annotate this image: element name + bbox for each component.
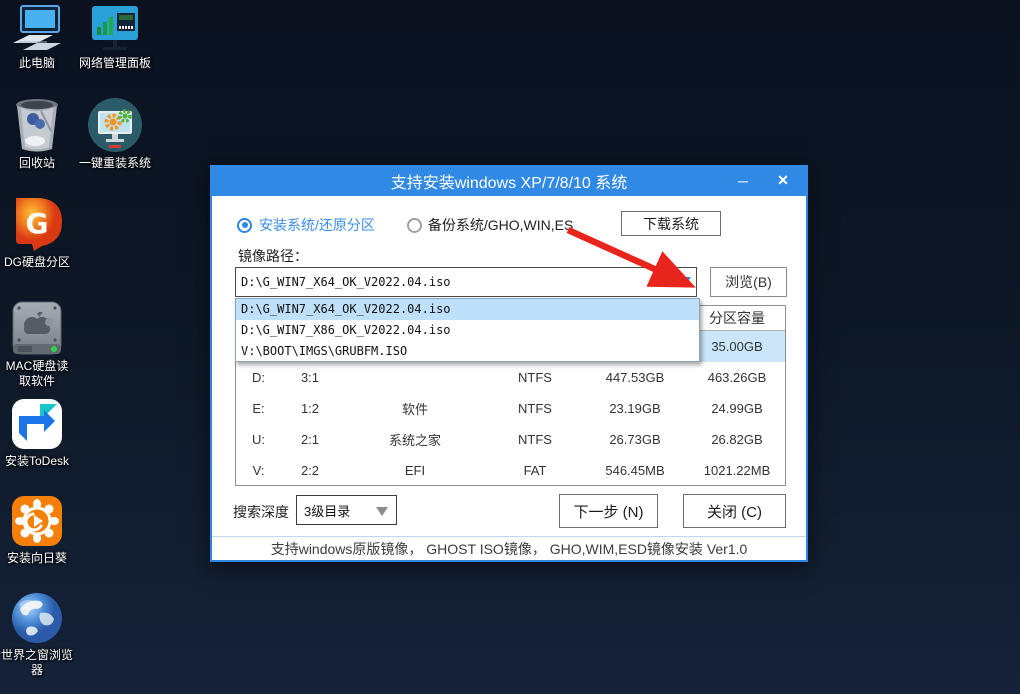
dropdown-item[interactable]: D:\G_WIN7_X86_OK_V2022.04.iso	[236, 320, 699, 341]
table-row[interactable]: V:2:2EFIFAT546.45MB1021.22MB	[236, 455, 785, 486]
close-icon[interactable]: ✕	[768, 165, 798, 196]
diskgenius-icon: G	[10, 196, 64, 252]
close-dialog-button[interactable]: 关闭 (C)	[683, 494, 786, 528]
next-step-button[interactable]: 下一步 (N)	[559, 494, 658, 528]
network-panel-icon	[87, 5, 143, 53]
this-pc-icon	[9, 5, 65, 53]
table-row[interactable]: E:1:2软件NTFS23.19GB24.99GB	[236, 393, 785, 424]
search-depth-value: 3级目录	[304, 501, 350, 520]
desktop-icon-label: 安装ToDesk	[5, 454, 69, 469]
image-path-label: 镜像路径：	[238, 246, 308, 266]
desktop-icon-label: 安装向日葵	[7, 551, 67, 566]
desktop-icon-label: 世界之窗浏览 器	[1, 648, 73, 678]
dropdown-item[interactable]: D:\G_WIN7_X64_OK_V2022.04.iso	[236, 299, 699, 320]
chevron-down-icon[interactable]	[677, 277, 691, 294]
image-path-dropdown-list: D:\G_WIN7_X64_OK_V2022.04.iso D:\G_WIN7_…	[235, 298, 700, 362]
desktop-icon-theworld-browser[interactable]: 世界之窗浏览 器	[0, 591, 74, 678]
desktop-icon-label: 一键重装系统	[79, 156, 151, 171]
dialog-titlebar[interactable]: 支持安装windows XP/7/8/10 系统 ─ ✕	[210, 165, 808, 196]
image-path-value: D:\G_WIN7_X64_OK_V2022.04.iso	[241, 275, 451, 289]
browse-button[interactable]: 浏览(B)	[710, 267, 787, 297]
dropdown-item[interactable]: V:\BOOT\IMGS\GRUBFM.ISO	[236, 341, 699, 362]
desktop-icon-sunflower[interactable]: 安装向日葵	[0, 494, 74, 566]
theworld-browser-icon	[10, 591, 64, 645]
dialog-body: 安装系统/还原分区 备份系统/GHO,WIN,ES 下载系统 镜像路径： D:\…	[210, 196, 808, 562]
desktop-icon-diskgenius[interactable]: G DG硬盘分区	[0, 196, 74, 270]
one-key-reinstall-icon	[87, 97, 143, 153]
mode-radio-row: 安装系统/还原分区 备份系统/GHO,WIN,ES	[237, 212, 573, 238]
dialog-title: 支持安装windows XP/7/8/10 系统	[210, 169, 808, 193]
status-bar: 支持windows原版镜像， GHOST ISO镜像， GHO,WIM,ESD镜…	[212, 536, 806, 560]
column-header-capacity: 分区容量	[691, 308, 783, 328]
radio-backup-system[interactable]	[407, 218, 422, 233]
todesk-icon	[10, 397, 64, 451]
search-depth-label: 搜索深度	[233, 502, 289, 522]
desktop-icon-label: 网络管理面板	[79, 56, 151, 71]
install-dialog: 支持安装windows XP/7/8/10 系统 ─ ✕ 安装系统/还原分区 备…	[210, 165, 808, 562]
image-path-combobox[interactable]: D:\G_WIN7_X64_OK_V2022.04.iso	[235, 267, 697, 297]
search-depth-select[interactable]: 3级目录	[296, 495, 397, 525]
desktop-icon-one-key-reinstall[interactable]: 一键重装系统	[73, 97, 157, 171]
svg-text:G: G	[26, 207, 49, 240]
desktop-icon-label: 此电脑	[19, 56, 55, 71]
table-row[interactable]: U:2:1系统之家NTFS26.73GB26.82GB	[236, 424, 785, 455]
radio-backup-label[interactable]: 备份系统/GHO,WIN,ES	[428, 215, 573, 235]
desktop-icon-recycle-bin[interactable]: 回收站	[0, 97, 74, 171]
desktop-icon-todesk[interactable]: 安装ToDesk	[0, 397, 74, 469]
download-system-button[interactable]: 下载系统	[621, 211, 721, 236]
minimize-icon[interactable]: ─	[728, 165, 758, 196]
desktop-icon-label: DG硬盘分区	[4, 255, 70, 270]
recycle-bin-icon	[13, 97, 61, 153]
desktop-icon-mac-disk-reader[interactable]: MAC硬盘读 取软件	[0, 300, 74, 389]
desktop-icon-network-panel[interactable]: 网络管理面板	[73, 5, 157, 71]
desktop-icon-this-pc[interactable]: 此电脑	[0, 5, 74, 71]
desktop-icon-label: MAC硬盘读 取软件	[6, 359, 69, 389]
table-row[interactable]: D:3:1NTFS447.53GB463.26GB	[236, 362, 785, 393]
mac-disk-reader-icon	[10, 300, 64, 356]
chevron-down-icon	[376, 507, 388, 522]
radio-install-label[interactable]: 安装系统/还原分区	[259, 215, 375, 235]
radio-install-system[interactable]	[237, 218, 252, 233]
desktop-icon-label: 回收站	[19, 156, 55, 171]
sunflower-icon	[10, 494, 64, 548]
